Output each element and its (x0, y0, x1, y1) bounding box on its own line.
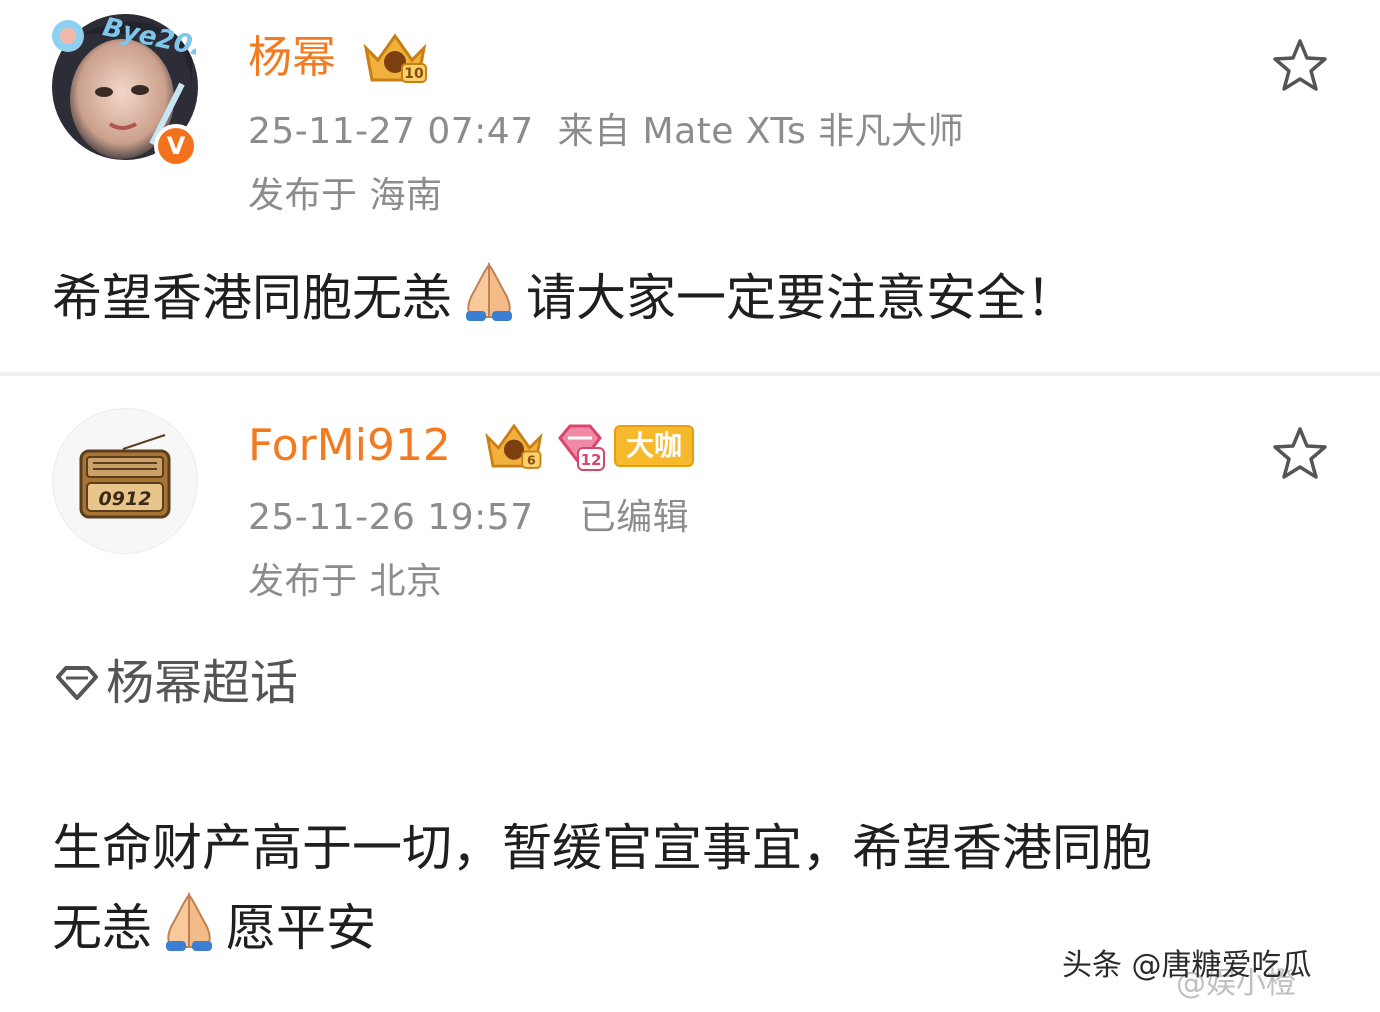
username[interactable]: ForMi912 (248, 418, 451, 474)
watermark: 头条 @唐糖爱吃瓜 (1062, 948, 1312, 983)
praying-hands-emoji (166, 892, 212, 951)
avatar[interactable]: Bye2020 V (52, 12, 198, 168)
svg-text:0912: 0912 (99, 488, 152, 510)
svg-text:Bye2020: Bye2020 (100, 12, 196, 66)
post-text: 愿平安 (226, 899, 376, 957)
supertopic-label: 杨幂超话 (106, 655, 299, 711)
avatar-decoration-icon: Bye2020 (52, 12, 196, 66)
post-text: 生命财产高于一切，暂缓官宣事宜，希望香港同胞 (52, 819, 1152, 877)
post-location: 发布于 海南 (248, 175, 443, 216)
avatar-image: 0912 (52, 408, 198, 554)
weibo-post: 0912 ForMi912 6 12 大咖 25-11-26 19:57 已编辑 … (0, 376, 1380, 1012)
post-text: 无恙 (52, 899, 152, 957)
crown-badge-icon[interactable]: 6 (482, 418, 546, 474)
supertopic-icon (56, 666, 98, 700)
svg-text:6: 6 (527, 453, 536, 468)
supertopic-link[interactable]: 杨幂超话 (52, 648, 298, 718)
post-meta: 25-11-27 07:47 来自 Mate XTs 非凡大师 (248, 110, 964, 154)
star-icon[interactable] (1270, 36, 1330, 96)
post-timestamp: 25-11-26 19:57 (248, 497, 534, 538)
weibo-post: Bye2020 V 杨幂 10 25-11-27 07:47 来自 Mate XT… (0, 0, 1380, 376)
title-badge[interactable]: 大咖 (614, 425, 695, 467)
user-badges: 10 (360, 30, 430, 86)
post-text-line: 无恙 愿平安 (52, 888, 1152, 968)
username[interactable]: 杨幂 (248, 30, 336, 86)
verified-icon: V (154, 124, 198, 168)
crown-badge-icon[interactable]: 10 (360, 30, 430, 86)
edited-label[interactable]: 已编辑 (580, 497, 690, 538)
avatar[interactable]: 0912 (52, 408, 198, 554)
post-timestamp: 25-11-27 07:47 (248, 111, 534, 152)
post-text: 希望香港同胞无恙 (52, 269, 452, 327)
post-source[interactable]: 来自 Mate XTs 非凡大师 (558, 111, 965, 152)
post-meta: 25-11-26 19:57 已编辑 (248, 496, 689, 540)
praying-hands-emoji (466, 262, 512, 321)
svg-text:10: 10 (404, 66, 424, 82)
diamond-badge-icon[interactable]: 12 (554, 420, 606, 472)
svg-text:12: 12 (581, 451, 602, 469)
star-icon[interactable] (1270, 424, 1330, 484)
post-content: 希望香港同胞无恙 请大家一定要注意安全！ (52, 258, 1076, 338)
post-content: 生命财产高于一切，暂缓官宣事宜，希望香港同胞 无恙 愿平安 (52, 808, 1152, 968)
post-location: 发布于 北京 (248, 561, 443, 602)
post-text: 请大家一定要注意安全！ (526, 269, 1076, 327)
user-badges: 6 12 大咖 (482, 418, 695, 474)
